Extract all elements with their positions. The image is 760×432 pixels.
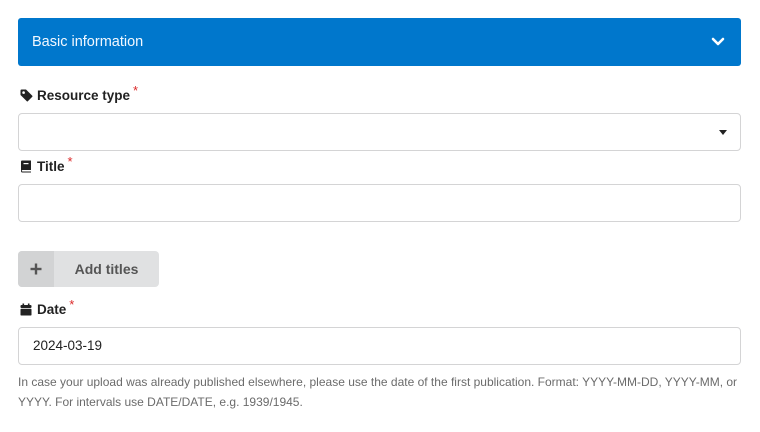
date-label-text: Date [37,302,67,317]
plus-icon [18,251,54,287]
date-input[interactable]: 2024-03-19 [18,327,741,365]
book-icon [19,160,33,174]
chevron-down-icon[interactable] [709,33,727,51]
title-label: Title * [19,154,73,174]
required-asterisk: * [133,83,139,98]
date-value: 2024-03-19 [33,338,103,353]
add-titles-label: Add titles [74,261,139,277]
add-titles-button[interactable]: Add titles [18,251,159,287]
caret-down-icon [719,130,727,135]
date-help-text: In case your upload was already publishe… [18,375,738,409]
basic-information-accordion[interactable]: Basic information [18,18,741,66]
resource-type-dropdown[interactable] [18,113,741,151]
title-label-text: Title [37,159,65,174]
title-input[interactable] [18,184,741,222]
resource-type-label-text: Resource type [37,88,131,103]
section-title: Basic information [32,34,144,50]
required-asterisk: * [69,297,75,312]
tag-icon [19,89,33,103]
date-label: Date * [19,297,74,317]
calendar-icon [19,303,33,317]
resource-type-label: Resource type * [19,83,138,103]
required-asterisk: * [67,154,73,169]
